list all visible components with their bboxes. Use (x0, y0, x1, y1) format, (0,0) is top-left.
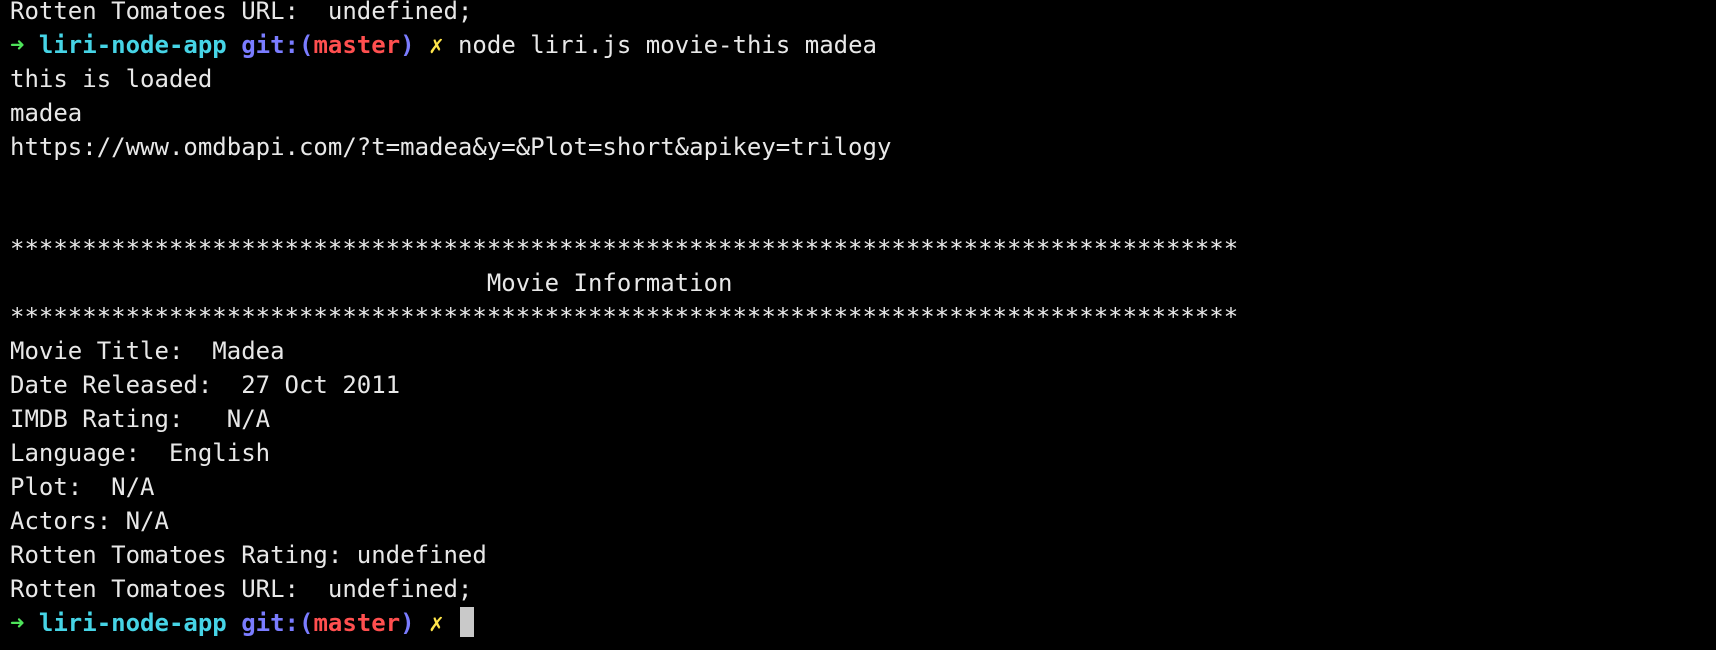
divider-top: ****************************************… (10, 235, 1239, 263)
prompt-git-label: git:( (241, 609, 314, 637)
prompt-dirty-icon: ✗ (429, 609, 444, 637)
prompt-line-2[interactable]: ➜ liri-node-app git:(master) ✗ (10, 606, 1238, 640)
detail-rt-url: Rotten Tomatoes URL: undefined; (10, 575, 473, 603)
clipped-line: Rotten Tomatoes URL: undefined; (10, 0, 473, 25)
prompt-git-close: ) (400, 31, 415, 59)
terminal-output: Rotten Tomatoes URL: undefined; ➜ liri-n… (10, 0, 1238, 640)
prompt-directory: liri-node-app (38, 609, 227, 637)
prompt-dirty-icon: ✗ (429, 31, 444, 59)
divider-bottom: ****************************************… (10, 303, 1239, 331)
prompt-arrow-icon: ➜ (10, 609, 25, 637)
text-cursor[interactable] (459, 607, 474, 637)
prompt-branch: master (313, 609, 401, 637)
prompt-git-close: ) (400, 609, 415, 637)
prompt-line-1: ➜ liri-node-app git:(master) ✗ node liri… (10, 28, 1238, 62)
output-line: madea (10, 99, 83, 127)
terminal-window[interactable]: Rotten Tomatoes URL: undefined; ➜ liri-n… (0, 0, 1716, 650)
detail-plot: Plot: N/A (10, 473, 155, 501)
prompt-git-label: git:( (241, 31, 314, 59)
detail-movie-title: Movie Title: Madea (10, 337, 285, 365)
detail-imdb-rating: IMDB Rating: N/A (10, 405, 271, 433)
output-line: this is loaded (10, 65, 213, 93)
prompt-directory: liri-node-app (38, 31, 227, 59)
detail-language: Language: English (10, 439, 271, 467)
detail-date-released: Date Released: 27 Oct 2011 (10, 371, 401, 399)
output-url-line: https://www.omdbapi.com/?t=madea&y=&Plot… (10, 133, 892, 161)
detail-actors: Actors: N/A (10, 507, 169, 535)
command-text: node liri.js movie-this madea (457, 31, 877, 59)
prompt-branch: master (313, 31, 401, 59)
section-heading: Movie Information (10, 269, 733, 297)
detail-rt-rating: Rotten Tomatoes Rating: undefined (10, 541, 487, 569)
prompt-arrow-icon: ➜ (10, 31, 25, 59)
